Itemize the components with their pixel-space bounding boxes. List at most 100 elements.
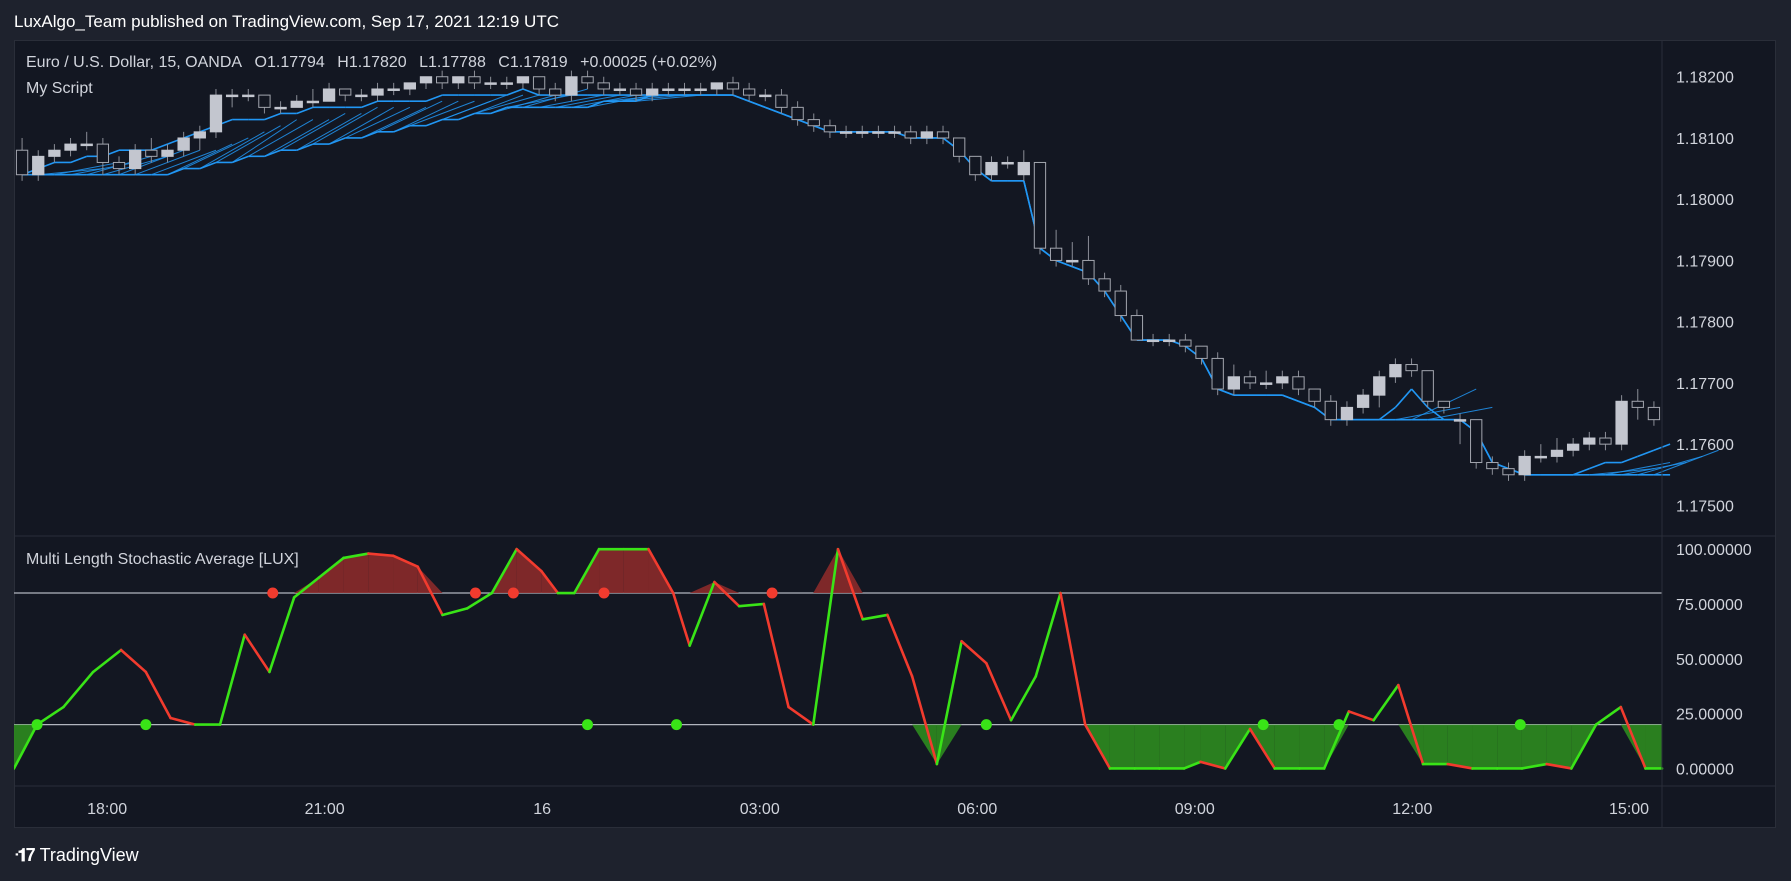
channel-upper-line bbox=[1637, 449, 1655, 458]
oversold-fill bbox=[1109, 724, 1135, 769]
price-pane bbox=[15, 70, 1719, 481]
publisher-header: LuxAlgo_Team published on TradingView.co… bbox=[14, 12, 559, 31]
channel-upper-line bbox=[425, 94, 443, 102]
oversold-fill bbox=[1521, 724, 1547, 769]
stochastic-segment bbox=[1594, 705, 1623, 726]
candle bbox=[1276, 376, 1289, 384]
candle bbox=[1631, 400, 1644, 408]
candle bbox=[1389, 364, 1402, 378]
stochastic-segment bbox=[935, 639, 963, 766]
candle bbox=[1292, 376, 1305, 390]
oversold-fill bbox=[1497, 724, 1522, 769]
candle bbox=[742, 88, 756, 96]
channel-upper-line bbox=[1572, 467, 1590, 476]
candle bbox=[80, 143, 93, 147]
bullish-signal-dot bbox=[1257, 719, 1269, 731]
osc-tick-label: 75.00000 bbox=[1676, 597, 1743, 614]
candle bbox=[662, 88, 675, 91]
channel-hatch bbox=[264, 119, 330, 157]
stochastic-segment bbox=[713, 580, 741, 608]
candle bbox=[532, 76, 546, 90]
candle bbox=[209, 94, 223, 133]
candle bbox=[1260, 382, 1273, 385]
channel-upper-line bbox=[70, 155, 87, 164]
candle bbox=[258, 94, 271, 108]
bullish-signal-dot bbox=[980, 719, 992, 731]
footer-brand[interactable]: TradingView bbox=[40, 845, 139, 866]
bullish-signal-dot bbox=[1514, 719, 1526, 731]
osc-tick-label: 25.00000 bbox=[1676, 707, 1743, 724]
candle bbox=[436, 76, 449, 84]
candle bbox=[710, 82, 723, 90]
stochastic-segment bbox=[218, 633, 247, 726]
bullish-signal-dot bbox=[670, 719, 682, 731]
candle bbox=[856, 131, 869, 134]
channel-lower-line bbox=[361, 131, 378, 139]
osc-tick-label: 100.00000 bbox=[1676, 542, 1752, 559]
stochastic-segment bbox=[268, 596, 296, 674]
candle bbox=[484, 82, 497, 85]
stochastic-segment bbox=[441, 607, 469, 617]
channel-upper-line bbox=[748, 100, 766, 109]
candle bbox=[1227, 376, 1240, 390]
candle bbox=[1130, 315, 1144, 341]
overbought-fill bbox=[714, 582, 740, 594]
candle bbox=[387, 88, 400, 91]
bullish-signal-dot bbox=[582, 719, 594, 731]
channel-upper-line bbox=[151, 143, 168, 151]
candle bbox=[225, 94, 239, 98]
candle bbox=[96, 143, 110, 163]
stochastic-segment bbox=[671, 591, 691, 647]
stochastic-segment bbox=[886, 613, 914, 678]
stochastic-segment bbox=[169, 716, 197, 726]
candle bbox=[306, 100, 320, 104]
price-tick-label: 1.18000 bbox=[1676, 192, 1734, 209]
stochastic-segment bbox=[1347, 710, 1375, 722]
ohlc-close: C1.17819 bbox=[498, 54, 568, 71]
oversold-fill bbox=[1299, 724, 1325, 769]
channel-hatch bbox=[393, 100, 459, 133]
stochastic-segment bbox=[1009, 675, 1038, 722]
candle bbox=[953, 137, 966, 157]
channel-upper-line bbox=[1378, 406, 1396, 421]
bearish-signal-dot bbox=[598, 587, 610, 599]
candle bbox=[500, 82, 513, 85]
channel-hatch bbox=[361, 106, 427, 139]
price-tick-label: 1.17900 bbox=[1676, 253, 1734, 270]
oversold-fill bbox=[1398, 724, 1424, 765]
candle bbox=[112, 161, 126, 170]
ohlc-high: H1.17820 bbox=[337, 54, 407, 71]
candle bbox=[48, 149, 61, 157]
channel-lower-line bbox=[328, 137, 346, 145]
time-tick-label: 03:00 bbox=[740, 801, 780, 818]
candle bbox=[419, 76, 433, 84]
candle bbox=[1615, 400, 1628, 445]
bullish-signal-dot bbox=[31, 719, 43, 731]
overbought-fill bbox=[368, 553, 394, 594]
candle bbox=[920, 131, 934, 139]
ohlc-low: L1.17788 bbox=[419, 54, 486, 71]
candle bbox=[613, 88, 627, 91]
candle bbox=[1211, 357, 1224, 390]
channel-upper-line bbox=[1282, 394, 1299, 403]
channel-lower-line bbox=[458, 112, 475, 121]
oversold-fill bbox=[1423, 724, 1448, 765]
candle bbox=[452, 76, 465, 84]
channel-lower-line bbox=[264, 149, 281, 158]
chart-canvas[interactable]: 1.18200 1.18100 1.18000 1.17900 1.17800 1.177… bbox=[14, 40, 1776, 828]
price-tick-label: 1.17800 bbox=[1676, 315, 1734, 332]
candle bbox=[969, 155, 982, 176]
price-tick-label: 1.17700 bbox=[1676, 376, 1734, 393]
channel-hatch bbox=[183, 137, 249, 170]
channel-hatch bbox=[1395, 406, 1461, 421]
price-change: +0.00025 (+0.02%) bbox=[580, 54, 718, 71]
bearish-signal-dot bbox=[469, 587, 481, 599]
candle bbox=[468, 76, 481, 84]
time-tick-label: 09:00 bbox=[1175, 801, 1215, 818]
channel-upper-line bbox=[1621, 455, 1639, 464]
candle bbox=[1179, 339, 1192, 347]
candle bbox=[1114, 290, 1127, 317]
channel-lower-line bbox=[199, 161, 217, 170]
time-tick-label: 12:00 bbox=[1392, 801, 1432, 818]
candle bbox=[1243, 376, 1257, 384]
